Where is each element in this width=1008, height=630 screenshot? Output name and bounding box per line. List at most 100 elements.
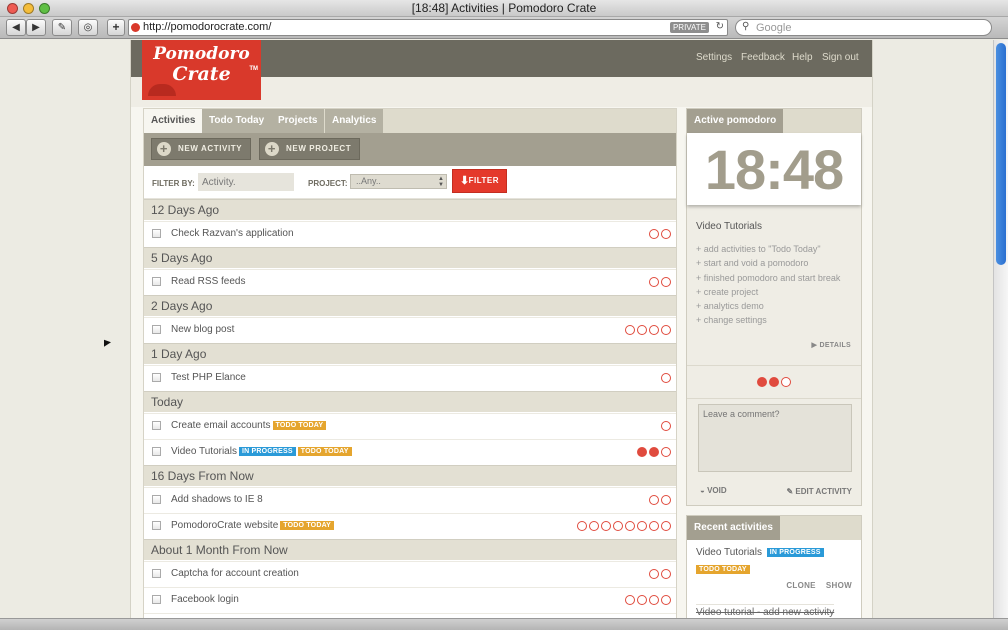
new-activity-button[interactable]: + NEW ACTIVITY — [151, 138, 252, 160]
active-tabbar: Active pomodoro — [687, 109, 861, 133]
subtask-item: + finished pomodoro and start break — [696, 272, 841, 283]
activity-text[interactable]: PomodoroCrate website TODO TODAY — [171, 520, 335, 531]
filter-input[interactable] — [198, 173, 294, 191]
pomodoro-empty-icon — [613, 521, 623, 531]
activity-checkbox[interactable] — [152, 447, 161, 456]
activity-row[interactable]: Facebook login — [144, 587, 676, 612]
site-logo[interactable]: Pomodoro Crate TM — [142, 40, 261, 100]
activity-text[interactable]: Create email accounts TODO TODAY — [171, 420, 327, 431]
subtask-item: + start and void a pomodoro — [696, 258, 809, 269]
details-triangle-icon: ▶ — [811, 342, 818, 349]
url-field[interactable]: http://pomodorocrate.com/ PRIVATE ↻ — [128, 19, 728, 36]
activity-checkbox[interactable] — [152, 277, 161, 286]
comment-field[interactable] — [698, 404, 852, 472]
tab-todo-today[interactable]: Todo Today — [202, 109, 272, 133]
subtask-item: + change settings — [696, 315, 767, 326]
project-select-value: ..Any.. — [356, 176, 381, 186]
search-placeholder: Google — [756, 22, 792, 34]
tab-recent-activities[interactable]: Recent activities — [687, 516, 780, 540]
new-project-button[interactable]: + NEW PROJECT — [259, 138, 361, 160]
pomodoro-done-icon — [649, 447, 659, 457]
activity-text[interactable]: Test PHP Elance — [171, 372, 246, 383]
nav-sign-out[interactable]: Sign out — [822, 52, 859, 63]
filter-row: FILTER BY: PROJECT: ..Any.. ▲▼ ⬇ FILTER — [144, 166, 676, 199]
activity-row[interactable]: Check Razvan's application — [144, 221, 676, 246]
activity-label: Create email accounts — [171, 420, 271, 431]
pomodoro-empty-icon — [637, 521, 647, 531]
group-header: 16 Days From Now — [144, 465, 676, 486]
nav-feedback[interactable]: Feedback — [741, 52, 785, 63]
clone-link[interactable]: CLONE — [786, 581, 816, 590]
edit-activity-label: EDIT ACTIVITY — [795, 487, 852, 496]
details-link[interactable]: ▶ DETAILS — [812, 341, 851, 349]
url-text: http://pomodorocrate.com/ — [143, 21, 272, 33]
recent-actions: CLONE SHOW — [786, 581, 852, 590]
tomato-icon — [148, 84, 176, 96]
recent-activity-item[interactable]: Video tutorial - add new activity — [696, 604, 835, 618]
activity-row[interactable]: PomodoroCrate website TODO TODAY — [144, 513, 676, 538]
minimize-window-icon[interactable] — [23, 3, 34, 14]
activity-label: Facebook login — [171, 594, 239, 605]
site-favicon — [131, 23, 140, 32]
pomodoro-indicators — [647, 495, 671, 506]
zoom-window-icon[interactable] — [39, 3, 50, 14]
history-button[interactable]: ◎ — [78, 19, 98, 36]
show-link[interactable]: SHOW — [826, 581, 852, 590]
activity-row[interactable]: New blog post — [144, 317, 676, 342]
activity-checkbox[interactable] — [152, 569, 161, 578]
status-bar — [0, 618, 1008, 630]
pomodoro-empty-icon — [661, 325, 671, 335]
pomodoro-empty-icon — [637, 325, 647, 335]
activity-text[interactable]: Video Tutorials IN PROGRESS TODO TODAY — [171, 446, 352, 457]
in-progress-badge: IN PROGRESS — [766, 548, 824, 557]
activity-checkbox[interactable] — [152, 495, 161, 504]
void-button[interactable]: ◒ VOID — [700, 486, 727, 495]
activity-text[interactable]: Read RSS feeds — [171, 276, 246, 287]
search-field[interactable]: ⚲ Google — [735, 19, 992, 36]
edit-activity-button[interactable]: ✎ EDIT ACTIVITY — [786, 487, 852, 496]
activity-row[interactable]: Create email accounts TODO TODAY — [144, 413, 676, 438]
filter-by-label: FILTER BY: — [152, 179, 195, 188]
activity-checkbox[interactable] — [152, 521, 161, 530]
new-tab-button[interactable]: + — [107, 19, 125, 36]
mouse-cursor-icon — [104, 339, 111, 350]
tab-activities[interactable]: Activities — [144, 109, 203, 133]
activity-row[interactable]: Video Tutorials IN PROGRESS TODO TODAY — [144, 439, 676, 464]
close-window-icon[interactable] — [7, 3, 18, 14]
new-project-label: NEW PROJECT — [286, 144, 352, 153]
activity-text[interactable]: New blog post — [171, 324, 234, 335]
activities-tabs: Activities Todo Today Projects Analytics — [144, 109, 676, 133]
filter-button[interactable]: ⬇ FILTER — [452, 169, 507, 193]
pomodoro-empty-icon — [661, 447, 671, 457]
activity-text[interactable]: Facebook login — [171, 594, 239, 605]
scrollbar-thumb[interactable] — [996, 43, 1006, 265]
nav-settings[interactable]: Settings — [696, 52, 732, 63]
activity-checkbox[interactable] — [152, 595, 161, 604]
tab-active-pomodoro[interactable]: Active pomodoro — [687, 109, 784, 133]
activity-text[interactable]: Add shadows to IE 8 — [171, 494, 263, 505]
tab-projects[interactable]: Projects — [271, 109, 325, 133]
activity-checkbox[interactable] — [152, 421, 161, 430]
activity-text[interactable]: Check Razvan's application — [171, 228, 294, 239]
evernote-button[interactable]: ✎ — [52, 19, 72, 36]
nav-help[interactable]: Help — [792, 52, 813, 63]
tab-analytics[interactable]: Analytics — [325, 109, 384, 133]
activity-checkbox[interactable] — [152, 229, 161, 238]
pomodoro-empty-icon — [649, 277, 659, 287]
activity-checkbox[interactable] — [152, 325, 161, 334]
activity-row[interactable]: Read RSS feeds — [144, 269, 676, 294]
activity-row[interactable]: Add shadows to IE 8 — [144, 487, 676, 512]
activity-text[interactable]: Captcha for account creation — [171, 568, 299, 579]
activity-checkbox[interactable] — [152, 373, 161, 382]
activity-row[interactable]: Test PHP Elance — [144, 365, 676, 390]
activity-row[interactable]: Captcha for account creation — [144, 561, 676, 586]
activity-label: Test PHP Elance — [171, 372, 246, 383]
back-button[interactable]: ◀ — [6, 19, 26, 36]
project-select[interactable]: ..Any.. ▲ ▼ — [350, 174, 447, 189]
window-titlebar: [18:48] Activities | Pomodoro Crate — [0, 0, 1008, 17]
recent-activities-panel: Recent activities Video Tutorials IN PRO… — [686, 515, 862, 618]
reload-icon[interactable]: ↻ — [716, 21, 724, 32]
activity-label: Add shadows to IE 8 — [171, 494, 263, 505]
vertical-scrollbar[interactable] — [993, 40, 1008, 618]
forward-button[interactable]: ▶ — [26, 19, 46, 36]
